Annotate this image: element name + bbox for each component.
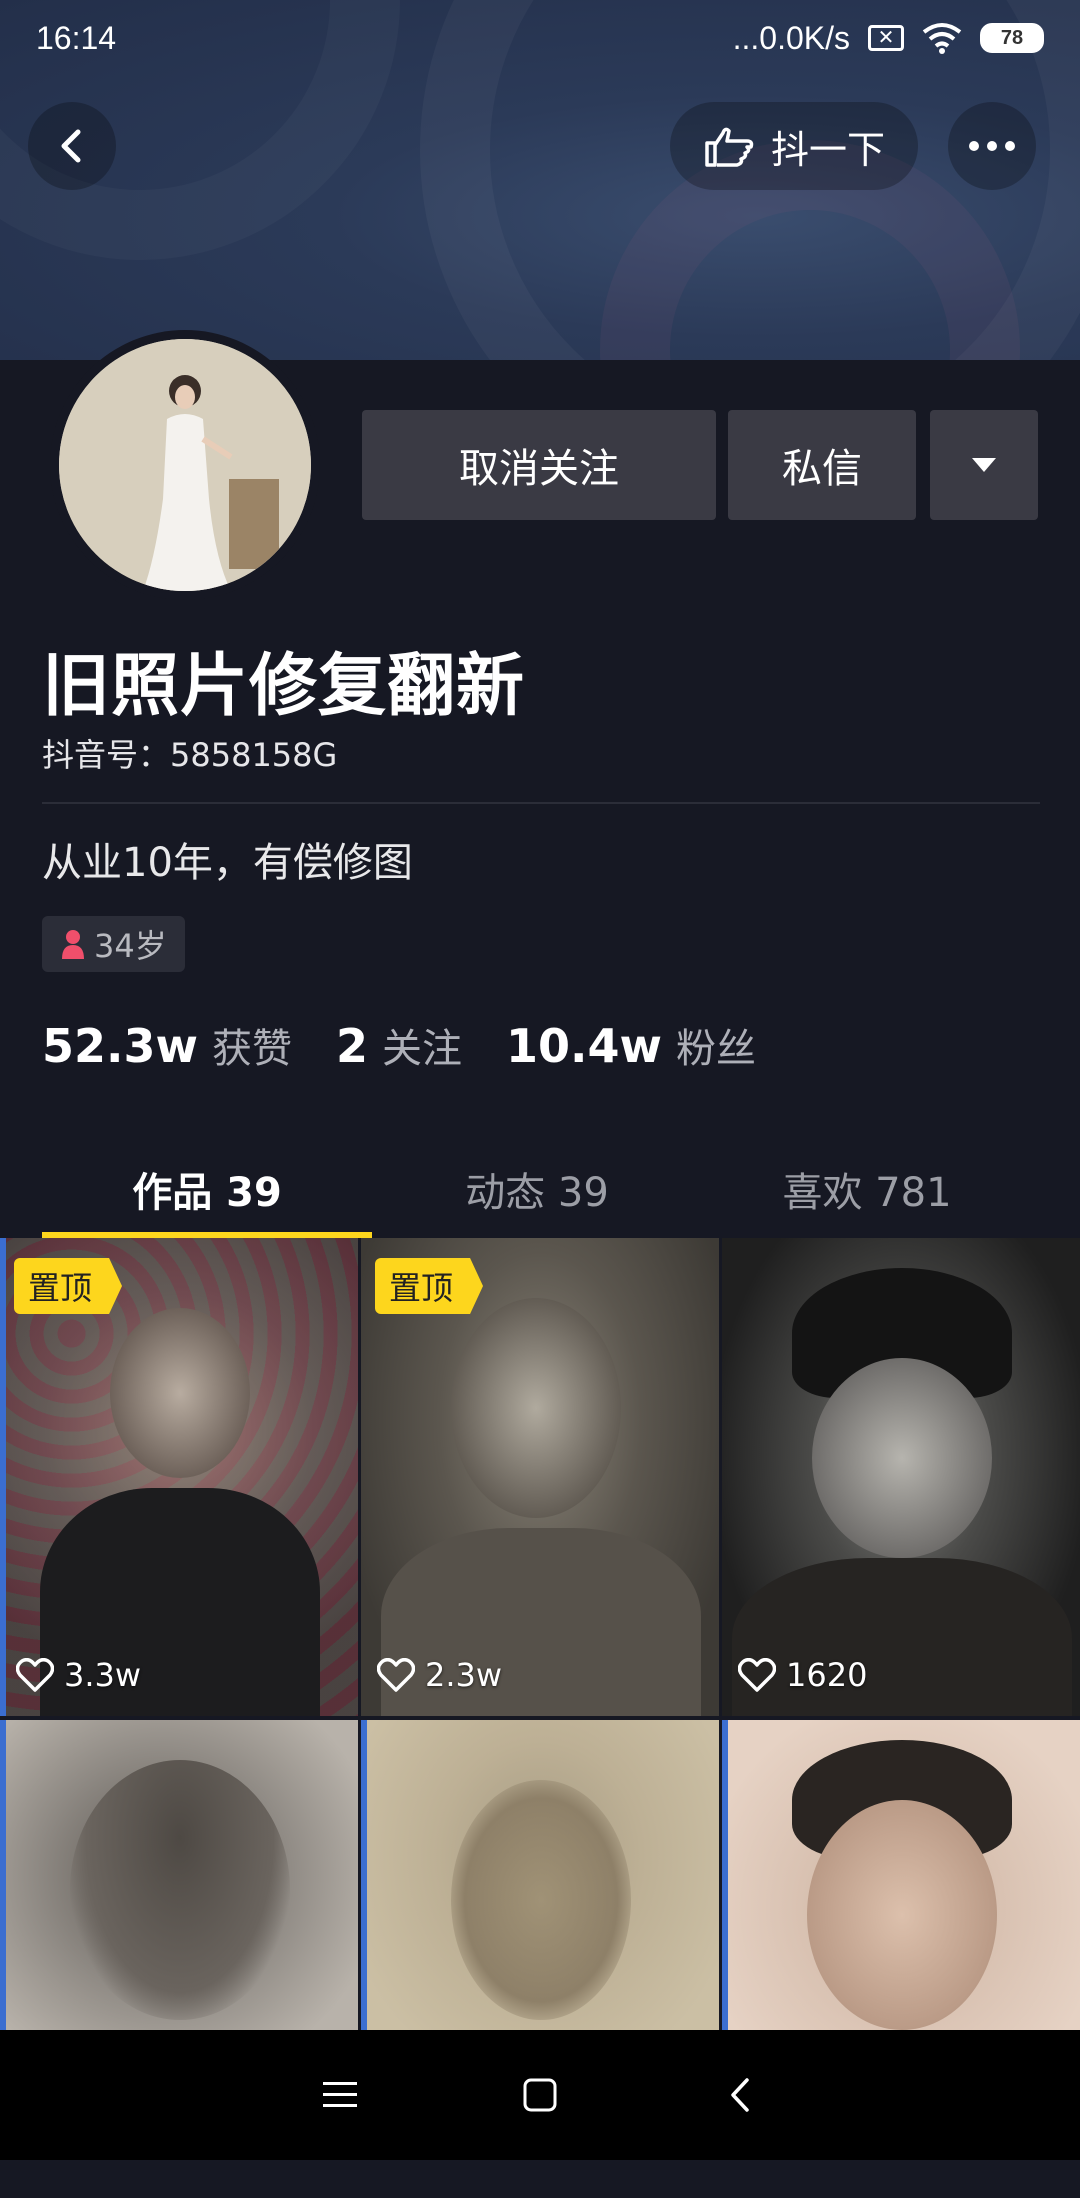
unfollow-button[interactable]: 取消关注	[362, 410, 716, 520]
recommend-dropdown-button[interactable]	[930, 410, 1038, 520]
profile-stats: 52.3w 获赞 2 关注 10.4w 粉丝	[42, 1016, 800, 1074]
status-bar: 16:14 ...0.0K/s ✕ 78	[0, 0, 1080, 76]
thumbnail-edge	[722, 1720, 728, 2062]
thumbnail-edge	[0, 1238, 6, 1716]
video-thumbnail[interactable]: 1620	[722, 1238, 1080, 1716]
shake-button[interactable]: 抖一下	[670, 102, 918, 190]
following-count[interactable]: 2	[336, 1019, 368, 1073]
message-button[interactable]: 私信	[728, 410, 916, 520]
pinned-badge: 置顶	[14, 1258, 123, 1314]
menu-icon	[323, 2082, 357, 2107]
hand-point-icon	[705, 127, 754, 167]
age-tag: 34岁	[42, 916, 185, 972]
photo-subject	[70, 1760, 290, 2020]
thumbnail-edge	[0, 1720, 6, 2062]
avatar-image	[59, 339, 311, 591]
photo-subject	[451, 1298, 621, 1518]
system-back-button[interactable]	[700, 2055, 780, 2135]
battery-indicator: 78	[980, 23, 1044, 53]
profile-name: 旧照片修复翻新	[42, 647, 526, 726]
video-likes: 2.3w	[377, 1656, 502, 1694]
following-label[interactable]: 关注	[382, 1016, 462, 1074]
profile-tabs: 作品 39 动态 39 喜欢 781	[0, 1140, 1080, 1238]
likes-count: 52.3w	[42, 1019, 198, 1073]
chevron-left-icon	[731, 2078, 749, 2112]
network-speed: ...0.0K/s	[732, 19, 850, 56]
photo-subject	[812, 1358, 992, 1558]
video-thumbnail[interactable]	[722, 1720, 1080, 2062]
square-home-icon	[523, 2078, 557, 2112]
profile-bio: 从业10年，有偿修图	[42, 840, 413, 886]
age-label: 34岁	[94, 927, 167, 965]
likes-label: 获赞	[212, 1026, 292, 1072]
system-navigation-bar	[0, 2030, 1080, 2160]
followers-label[interactable]: 粉丝	[676, 1016, 756, 1074]
video-thumbnail[interactable]	[361, 1720, 719, 2062]
chevron-left-icon	[61, 129, 81, 163]
video-likes-count: 3.3w	[64, 1656, 142, 1694]
status-time: 16:14	[36, 19, 117, 56]
video-likes-count: 1620	[786, 1656, 868, 1694]
avatar[interactable]	[59, 339, 311, 591]
video-thumbnail[interactable]	[0, 1720, 358, 2062]
home-button[interactable]	[500, 2055, 580, 2135]
followers-count[interactable]: 10.4w	[506, 1019, 662, 1073]
photo-subject	[110, 1308, 250, 1478]
video-likes-count: 2.3w	[425, 1656, 503, 1694]
tab-activity[interactable]: 动态 39	[372, 1140, 702, 1238]
video-likes: 1620	[738, 1656, 867, 1694]
video-thumbnail[interactable]: 置顶 3.3w	[0, 1238, 358, 1716]
douyin-id[interactable]: 抖音号：5858158G	[42, 730, 337, 776]
heart-icon	[16, 1658, 54, 1692]
photo-subject	[807, 1800, 997, 2030]
tab-works[interactable]: 作品 39	[42, 1140, 372, 1238]
tab-activity-label: 动态 39	[465, 1170, 609, 1216]
heart-icon	[377, 1658, 415, 1692]
triangle-down-icon	[972, 458, 996, 472]
thumbnail-edge	[361, 1720, 367, 2062]
photo-subject	[451, 1780, 631, 2020]
sim-off-icon: ✕	[868, 25, 904, 51]
tab-works-label: 作品 39	[132, 1170, 282, 1216]
tab-likes-label: 喜欢 781	[782, 1170, 952, 1216]
female-person-icon	[62, 930, 84, 959]
heart-icon	[738, 1658, 776, 1692]
video-likes: 3.3w	[16, 1656, 141, 1694]
tab-likes[interactable]: 喜欢 781	[702, 1140, 1032, 1238]
divider	[42, 802, 1040, 804]
video-thumbnail[interactable]: 置顶 2.3w	[361, 1238, 719, 1716]
more-options-button[interactable]	[948, 102, 1036, 190]
shake-label: 抖一下	[770, 127, 885, 172]
ellipsis-icon	[969, 141, 1015, 151]
wifi-icon	[922, 23, 962, 54]
back-button[interactable]	[28, 102, 116, 190]
avatar-frame	[50, 330, 320, 600]
pinned-badge: 置顶	[375, 1258, 484, 1314]
menu-button[interactable]	[300, 2055, 380, 2135]
